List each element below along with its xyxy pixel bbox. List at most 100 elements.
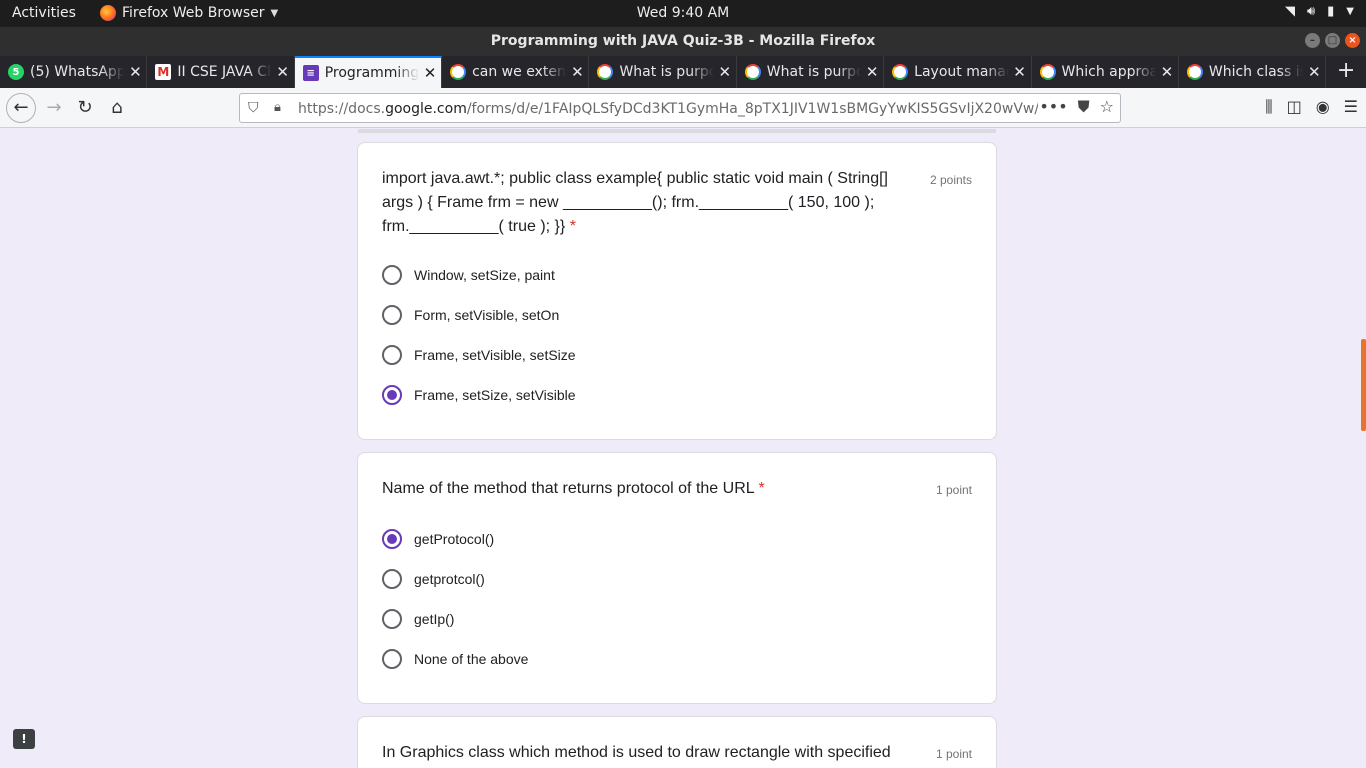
close-tab-icon[interactable]: ✕ xyxy=(566,63,588,81)
tracking-protection-icon[interactable]: ⛉ xyxy=(248,100,259,116)
tab-google-search[interactable]: What is purpose ✕ xyxy=(589,56,737,88)
tab-label: What is purpose xyxy=(619,64,713,80)
tab-strip: 5 (5) WhatsApp ✕ M II CSE JAVA Class ✕ ≡… xyxy=(0,56,1366,88)
radio-button-selected[interactable] xyxy=(382,385,402,405)
system-tray[interactable]: ◥ 🔊︎ ▮ ▼ xyxy=(1285,4,1354,19)
tab-google-search[interactable]: Which approach ✕ xyxy=(1032,56,1179,88)
tab-gmail[interactable]: M II CSE JAVA Class ✕ xyxy=(147,56,295,88)
radio-option[interactable]: None of the above xyxy=(382,647,528,671)
activities-button[interactable]: Activities xyxy=(12,5,76,21)
radio-option[interactable]: Window, setSize, paint xyxy=(382,263,555,287)
app-menu[interactable]: Firefox Web Browser ▼ xyxy=(100,5,278,21)
radio-button[interactable] xyxy=(382,305,402,325)
scrollbar[interactable] xyxy=(1360,129,1366,768)
required-asterisk: * xyxy=(569,218,576,235)
scrollbar-thumb[interactable] xyxy=(1361,339,1366,431)
radio-button[interactable] xyxy=(382,649,402,669)
library-icon[interactable]: ⫼ xyxy=(1265,97,1272,117)
tab-google-search[interactable]: Which class is ✕ xyxy=(1179,56,1327,88)
radio-option[interactable]: getprotcol() xyxy=(382,567,485,591)
close-tab-icon[interactable]: ✕ xyxy=(861,63,883,81)
radio-button[interactable] xyxy=(382,609,402,629)
close-tab-icon[interactable]: ✕ xyxy=(272,63,294,81)
option-label: getProtocol() xyxy=(414,531,495,547)
close-tab-icon[interactable]: ✕ xyxy=(1009,63,1031,81)
question-points: 1 point xyxy=(935,483,972,497)
radio-option[interactable]: Frame, setVisible, setSize xyxy=(382,343,576,367)
radio-option[interactable]: getProtocol() xyxy=(382,527,494,551)
minimize-button[interactable]: – xyxy=(1305,33,1320,48)
option-label: Window, setSize, paint xyxy=(414,267,555,283)
radio-button[interactable] xyxy=(382,265,402,285)
report-feedback-button[interactable]: ! xyxy=(13,729,35,749)
tab-label: What is purpose xyxy=(766,64,861,80)
app-menu-label: Firefox Web Browser xyxy=(122,5,265,21)
close-tab-icon[interactable]: ✕ xyxy=(714,63,736,81)
battery-icon: ▮ xyxy=(1327,4,1335,19)
previous-card-edge xyxy=(358,129,996,133)
question-title: In Graphics class which method is used t… xyxy=(382,744,891,761)
chevron-down-icon: ▼ xyxy=(270,7,279,19)
new-tab-button[interactable]: + xyxy=(1326,56,1366,88)
option-label: Frame, setSize, setVisible xyxy=(414,387,576,403)
tab-label: Programming with JAVA Quiz-3B xyxy=(324,65,420,81)
tab-whatsapp[interactable]: 5 (5) WhatsApp ✕ xyxy=(0,56,148,88)
close-tab-icon[interactable]: ✕ xyxy=(1156,63,1178,81)
tab-label: Which class is xyxy=(1208,64,1304,80)
tab-google-form[interactable]: ≡ Programming with JAVA Quiz-3B ✕ xyxy=(294,56,443,88)
option-label: Frame, setVisible, setSize xyxy=(414,347,576,363)
radio-option[interactable]: Frame, setSize, setVisible xyxy=(382,383,576,407)
close-tab-icon[interactable]: ✕ xyxy=(419,64,441,82)
system-top-bar: Activities Firefox Web Browser ▼ Wed 9:4… xyxy=(0,0,1366,27)
google-icon xyxy=(744,64,761,80)
google-icon xyxy=(597,64,614,80)
option-label: Form, setVisible, setOn xyxy=(414,307,560,323)
google-icon xyxy=(450,64,467,80)
question-card: In Graphics class which method is used t… xyxy=(357,716,997,768)
option-label: getprotcol() xyxy=(414,571,485,587)
forward-button[interactable]: → xyxy=(40,94,68,122)
google-icon xyxy=(1039,64,1056,80)
url-text[interactable]: https://docs.google.com/forms/d/e/1FAIpQ… xyxy=(298,101,1038,117)
tab-label: can we extend xyxy=(472,64,567,80)
volume-icon: 🔊︎ xyxy=(1306,4,1316,19)
firefox-icon xyxy=(100,5,116,21)
tab-label: Which approach xyxy=(1061,64,1156,80)
option-label: None of the above xyxy=(414,651,529,667)
required-asterisk: * xyxy=(758,480,765,497)
radio-option[interactable]: getIp() xyxy=(382,607,454,631)
window-title: Programming with JAVA Quiz-3B - Mozilla … xyxy=(490,33,876,49)
back-button[interactable]: ← xyxy=(6,93,36,123)
radio-button[interactable] xyxy=(382,345,402,365)
lock-icon[interactable]: 🔒︎ xyxy=(274,100,281,115)
close-tab-icon[interactable]: ✕ xyxy=(124,63,146,81)
hamburger-menu-icon[interactable]: ☰ xyxy=(1344,97,1358,117)
home-button[interactable]: ⌂ xyxy=(103,94,131,122)
reload-button[interactable]: ↻ xyxy=(71,94,99,122)
bookmark-star-icon[interactable]: ☆ xyxy=(1100,97,1114,117)
radio-option[interactable]: Form, setVisible, setOn xyxy=(382,303,559,327)
account-icon[interactable]: ◉ xyxy=(1316,97,1330,117)
radio-button[interactable] xyxy=(382,569,402,589)
close-window-button[interactable]: × xyxy=(1345,33,1360,48)
maximize-button[interactable]: □ xyxy=(1325,33,1340,48)
pocket-icon[interactable]: ⛊ xyxy=(1078,97,1090,117)
tab-label: (5) WhatsApp xyxy=(30,64,125,80)
page-actions-icon[interactable]: ••• xyxy=(1039,97,1067,117)
option-label: getIp() xyxy=(414,611,455,627)
close-tab-icon[interactable]: ✕ xyxy=(1303,63,1325,81)
tab-google-search[interactable]: What is purpose ✕ xyxy=(737,56,885,88)
question-card: Name of the method that returns protocol… xyxy=(357,452,997,704)
navigation-toolbar: ← → ↻ ⌂ ⛉ 🔒︎ https://docs.google.com/for… xyxy=(0,88,1366,128)
tab-google-search[interactable]: Layout manager ✕ xyxy=(884,56,1032,88)
url-bar[interactable]: ⛉ 🔒︎ https://docs.google.com/forms/d/e/1… xyxy=(239,93,1121,123)
google-icon xyxy=(1186,64,1203,80)
question-points: 1 point xyxy=(935,747,972,761)
radio-button-selected[interactable] xyxy=(382,529,402,549)
tab-google-search[interactable]: can we extend ✕ xyxy=(442,56,590,88)
sidebar-icon[interactable]: ◫ xyxy=(1287,97,1302,117)
tab-label: II CSE JAVA Class xyxy=(177,64,271,80)
window-title-bar: Programming with JAVA Quiz-3B - Mozilla … xyxy=(0,27,1366,56)
google-icon xyxy=(892,64,909,80)
gmail-icon: M xyxy=(155,64,172,80)
